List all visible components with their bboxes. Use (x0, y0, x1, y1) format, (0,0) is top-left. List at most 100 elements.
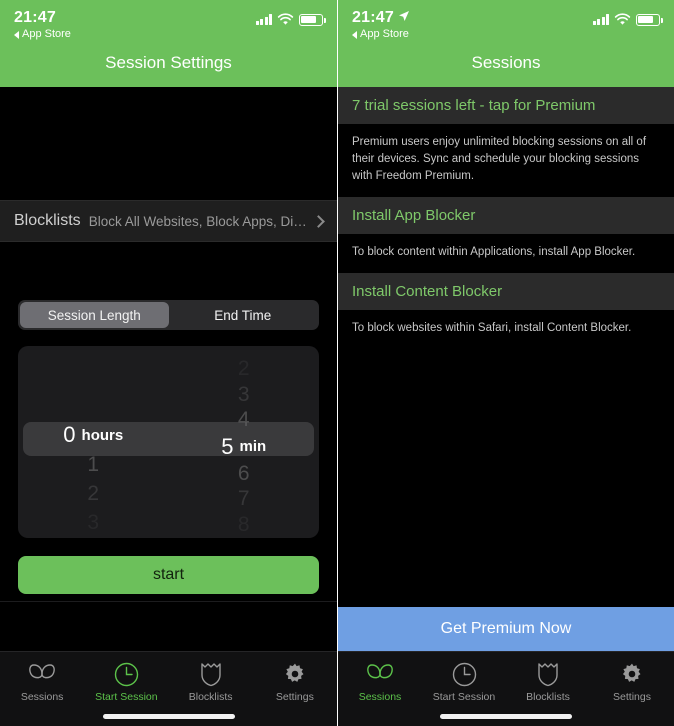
tab-settings-label: Settings (613, 691, 651, 703)
clock-icon (452, 661, 477, 687)
left-phone-screen: 21:47 App Store Session Settings Blockli… (0, 0, 337, 726)
minutes-wheel[interactable]: 2 3 4 5 min 6 7 8 (169, 346, 320, 538)
tab-settings[interactable]: Settings (253, 661, 337, 703)
shield-icon (537, 661, 559, 687)
minutes-value: 5 (221, 433, 234, 459)
minutes-unit-label: min (239, 438, 267, 456)
section-body-text: To block content within Applications, in… (352, 246, 636, 258)
gear-icon (620, 661, 644, 687)
hours-wheel[interactable]: 0 hours 1 2 3 (18, 346, 169, 538)
left-tab-bar: Sessions Start Session Blocklists Settin… (0, 651, 337, 726)
battery-icon (636, 13, 663, 26)
picker-column-minutes[interactable]: 2 3 4 5 min 6 7 8 (169, 346, 320, 538)
right-page-title: Sessions (471, 53, 541, 72)
segment-session-length[interactable]: Session Length (20, 302, 169, 328)
tab-start-session-label: Start Session (95, 691, 158, 703)
back-triangle-icon (352, 30, 357, 39)
left-status-bar: 21:47 App Store (0, 0, 337, 41)
home-indicator (440, 714, 572, 719)
start-session-button[interactable]: start (18, 556, 319, 594)
tab-start-session[interactable]: Start Session (422, 661, 506, 703)
sessions-section-list: 7 trial sessions left - tap for Premium … (338, 87, 674, 349)
section-heading-text: Install App Blocker (352, 207, 476, 224)
tab-start-session-label: Start Session (432, 691, 496, 703)
back-triangle-icon (14, 30, 19, 39)
section-body: To block content within Applications, in… (338, 234, 674, 273)
tab-blocklists[interactable]: Blocklists (506, 661, 590, 703)
section-install-app-blocker[interactable]: Install App Blocker To block content wit… (338, 197, 674, 273)
get-premium-now-button[interactable]: Get Premium Now (338, 607, 674, 651)
battery-icon (299, 13, 326, 26)
right-phone-screen: 21:47 App Store Sessions 7 trial session… (337, 0, 674, 726)
status-clock: 21:47 (14, 9, 56, 26)
picker-columns: 0 hours 1 2 3 2 3 4 5 min 6 7 8 (18, 346, 319, 538)
shield-icon (200, 661, 222, 687)
hours-value: 0 (63, 422, 76, 448)
minutes-option-below-2[interactable]: 7 (169, 486, 320, 512)
minutes-selected-value: 5 min (169, 433, 320, 460)
tab-blocklists-label: Blocklists (188, 691, 233, 703)
picker-column-hours[interactable]: 0 hours 1 2 3 (18, 346, 169, 538)
section-header[interactable]: Install App Blocker (338, 197, 674, 234)
location-arrow-icon (398, 9, 410, 27)
status-clock: 21:47 (352, 9, 394, 26)
session-mode-segmented-control[interactable]: Session Length End Time (18, 300, 319, 330)
clock-line: 21:47 (14, 9, 71, 27)
section-heading-text: Install Content Blocker (352, 283, 503, 300)
right-tab-bar: Sessions Start Session Blocklists Settin… (338, 651, 674, 726)
tab-start-session[interactable]: Start Session (84, 661, 168, 703)
minutes-option-above-3[interactable]: 4 (169, 408, 320, 434)
blocklists-row[interactable]: Blocklists Block All Websites, Block App… (0, 200, 337, 242)
hours-option-below-2[interactable]: 2 (18, 480, 169, 509)
hours-option-below-3[interactable]: 3 (18, 509, 169, 538)
section-body-text: To block websites within Safari, install… (352, 322, 632, 334)
section-trial-premium[interactable]: 7 trial sessions left - tap for Premium … (338, 87, 674, 197)
hours-unit-label: hours (81, 426, 124, 444)
status-bar-right (592, 9, 663, 26)
section-body-text: Premium users enjoy unlimited blocking s… (352, 136, 647, 182)
status-bar-left: 21:47 App Store (14, 9, 71, 41)
section-body: Premium users enjoy unlimited blocking s… (338, 124, 674, 197)
status-bar-left: 21:47 App Store (352, 9, 410, 41)
butterfly-icon (28, 661, 56, 687)
right-status-bar: 21:47 App Store (338, 0, 674, 41)
section-install-content-blocker[interactable]: Install Content Blocker To block website… (338, 273, 674, 349)
tab-sessions-label: Sessions (20, 691, 64, 703)
tab-settings[interactable]: Settings (590, 661, 674, 703)
back-to-app-store-link[interactable]: App Store (14, 28, 71, 41)
butterfly-icon (366, 661, 394, 687)
back-to-app-store-link[interactable]: App Store (352, 28, 410, 41)
hours-selected-value: 0 hours (18, 420, 169, 451)
clock-line: 21:47 (352, 9, 410, 27)
section-header[interactable]: Install Content Blocker (338, 273, 674, 310)
status-bar-right (255, 9, 326, 26)
section-body: To block websites within Safari, install… (338, 310, 674, 349)
cellular-signal-icon (255, 14, 272, 25)
minutes-option-below-3[interactable]: 8 (169, 512, 320, 538)
minutes-option-above-2[interactable]: 3 (169, 382, 320, 408)
cellular-signal-icon (592, 14, 609, 25)
section-header[interactable]: 7 trial sessions left - tap for Premium (338, 87, 674, 124)
tab-sessions-label: Sessions (358, 691, 402, 703)
clock-icon (114, 661, 139, 687)
left-navigation-bar: 21:47 App Store Session Settings (0, 0, 337, 87)
wifi-icon (277, 13, 294, 25)
wifi-icon (614, 13, 631, 25)
tab-sessions[interactable]: Sessions (0, 661, 84, 703)
tab-sessions[interactable]: Sessions (338, 661, 422, 703)
left-page-title: Session Settings (105, 53, 232, 72)
section-heading-text: 7 trial sessions left - tap for Premium (352, 97, 596, 114)
duration-picker[interactable]: 0 hours 1 2 3 2 3 4 5 min 6 7 8 (18, 346, 319, 538)
hours-option-below-1[interactable]: 1 (18, 451, 169, 480)
back-link-label: App Store (22, 28, 71, 40)
segment-end-time[interactable]: End Time (169, 302, 318, 328)
tab-blocklists[interactable]: Blocklists (169, 661, 253, 703)
minutes-option-above-1[interactable]: 2 (169, 356, 320, 382)
blocklists-row-title: Blocklists (14, 212, 81, 229)
content-divider (0, 601, 337, 602)
dual-screenshot-container: 21:47 App Store Session Settings Blockli… (0, 0, 674, 726)
gear-icon (283, 661, 307, 687)
blocklists-row-subtitle: Block All Websites, Block Apps, Distrac.… (88, 213, 308, 229)
back-link-label: App Store (360, 28, 409, 40)
minutes-option-below-1[interactable]: 6 (169, 461, 320, 487)
